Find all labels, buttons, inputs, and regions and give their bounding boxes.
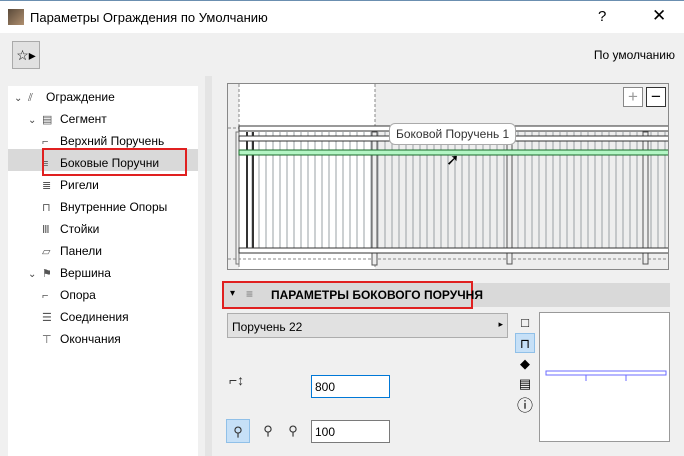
bottom-rail: [238, 247, 668, 254]
tree-item[interactable]: ⌐ Опора: [42, 284, 96, 306]
help-button[interactable]: ?: [598, 8, 606, 25]
tree-item[interactable]: ⊤ Окончания: [42, 328, 121, 350]
profile-dropdown[interactable]: Поручень 22 ▸: [227, 313, 508, 338]
tree-item-icon: ⚑: [42, 268, 52, 280]
zoom-out-button[interactable]: −: [646, 87, 666, 107]
tree-item[interactable]: ⌄ ▤ Сегмент: [28, 108, 107, 130]
tree-item-icon: ▱: [42, 246, 51, 258]
cursor-icon: ➚: [446, 152, 460, 169]
tree-item-icon: ⫽: [28, 92, 33, 104]
app-icon: [8, 9, 24, 25]
section-view-icon[interactable]: ⊓: [515, 333, 535, 353]
tree-item-label: Панели: [60, 244, 102, 258]
selected-outline: [42, 148, 187, 176]
window-title: Параметры Ограждения по Умолчанию: [30, 10, 268, 25]
film-icon[interactable]: ▤: [515, 374, 535, 394]
title-bar: Параметры Ограждения по Умолчанию ? ✕: [0, 0, 684, 33]
splitter[interactable]: [205, 76, 212, 456]
profile-value: Поручень 22: [232, 320, 303, 334]
settings-tree: ⌄ ⫽ Ограждение ⌄ ▤ Сегмент ⌐ Верхний Поручень ≡ Б…: [8, 86, 198, 456]
anchor-center-icon[interactable]: ⚲: [256, 419, 280, 443]
close-button[interactable]: ✕: [652, 6, 666, 26]
favorites-button[interactable]: ☆▸: [12, 41, 40, 69]
tree-item[interactable]: ⊓ Внутренние Опоры: [42, 196, 167, 218]
tree-item[interactable]: ⌄ ⚑ Вершина: [28, 262, 111, 284]
3d-view-icon[interactable]: ◆: [515, 354, 535, 374]
rail-profile: [545, 370, 667, 376]
offset-input[interactable]: [311, 420, 390, 443]
tree-item[interactable]: ≣ Ригели: [42, 174, 99, 196]
tree-item-label: Стойки: [60, 222, 100, 236]
height-input[interactable]: [311, 375, 390, 398]
tree-item-label: Ограждение: [46, 90, 115, 104]
chevron-down-icon[interactable]: ⌄: [28, 264, 42, 286]
tree-item[interactable]: ⌄ ⫽ Ограждение: [14, 86, 115, 108]
tree-item-label: Окончания: [60, 332, 121, 346]
info-icon[interactable]: ⓘ: [515, 397, 535, 417]
tree-item-icon: ▤: [42, 114, 53, 126]
zoom-in-button[interactable]: +: [623, 87, 643, 107]
profile-preview: [539, 312, 670, 442]
tooltip: Боковой Поручень 1: [389, 123, 517, 145]
tree-item-label: Верхний Поручень: [60, 134, 165, 148]
tree-item-label: Соединения: [60, 310, 129, 324]
tree-item-label: Вершина: [60, 266, 111, 280]
tree-item-icon: ≣: [42, 180, 52, 192]
tree-item[interactable]: ▱ Панели: [42, 240, 102, 262]
tree-item-label: Опора: [60, 288, 96, 302]
tree-item-icon: Ⅲ: [42, 224, 50, 236]
tree-item[interactable]: ☰ Соединения: [42, 306, 129, 328]
railing-drawing: [228, 84, 668, 269]
dropdown-arrow-icon: ▸: [498, 319, 503, 329]
section-title: ПАРАМЕТРЫ БОКОВОГО ПОРУЧНЯ: [271, 288, 483, 302]
tree-item-icon: ⌐: [42, 290, 49, 302]
chevron-down-icon[interactable]: ⌄: [28, 110, 42, 132]
railing-preview[interactable]: + −: [227, 83, 669, 270]
tree-item-label: Ригели: [60, 178, 99, 192]
outline-view-icon[interactable]: □: [515, 313, 535, 333]
height-icon: ⌐↕: [229, 372, 245, 388]
default-label: По умолчанию: [593, 48, 675, 62]
profile-drawing: [545, 370, 667, 381]
chevron-down-icon[interactable]: ⌄: [14, 88, 28, 110]
tree-item-icon: ⊤: [42, 334, 52, 346]
anchor-both-icon[interactable]: ⚲: [281, 419, 305, 443]
tree-item-icon: ☰: [42, 312, 52, 324]
tree-item-icon: ⊓: [42, 202, 51, 214]
tree-item-label: Внутренние Опоры: [60, 200, 168, 214]
anchor-left-icon[interactable]: ⚲: [226, 419, 250, 443]
tree-item[interactable]: Ⅲ Стойки: [42, 218, 99, 240]
tree-item-label: Сегмент: [60, 112, 107, 126]
